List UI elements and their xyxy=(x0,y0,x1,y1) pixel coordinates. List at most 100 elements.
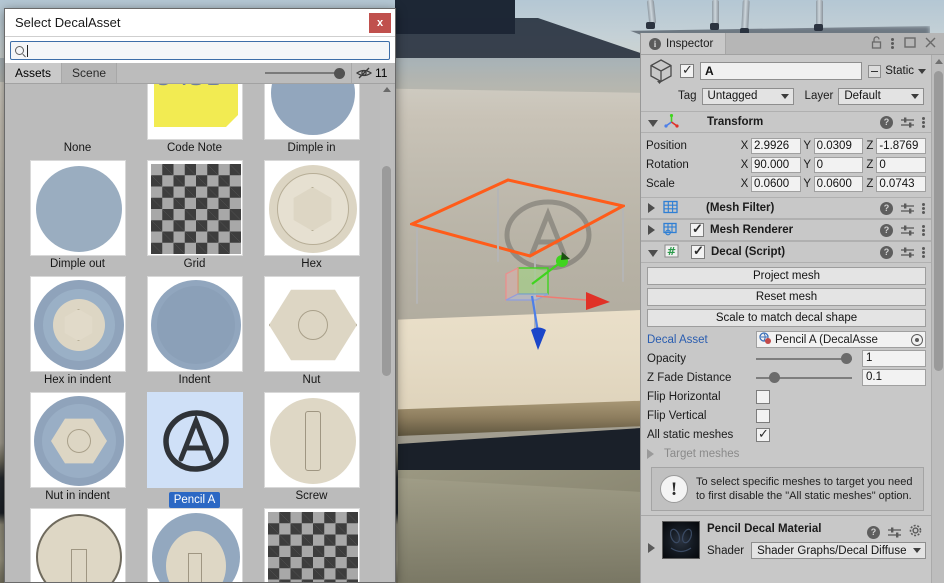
project-mesh-button[interactable]: Project mesh xyxy=(647,267,926,285)
tab-assets[interactable]: Assets xyxy=(5,63,63,83)
zfade-input[interactable]: 0.1 xyxy=(862,369,926,386)
gameobject-name-input[interactable]: A xyxy=(700,62,863,80)
preset-icon[interactable] xyxy=(901,246,914,259)
preset-icon[interactable] xyxy=(901,224,914,237)
asset-cell-indent[interactable]: Indent xyxy=(136,276,253,390)
asset-cell-dimple-in[interactable]: Dimple in xyxy=(253,84,370,158)
thumbnail-size-knob[interactable] xyxy=(334,67,345,79)
preset-icon[interactable] xyxy=(901,116,914,129)
rotation-z-input[interactable]: 0 xyxy=(876,156,927,173)
layer-dropdown[interactable]: Default xyxy=(838,87,925,105)
scale-y-input[interactable]: 0.0600 xyxy=(813,175,864,192)
gameobject-enabled-checkbox[interactable] xyxy=(680,62,694,78)
maximize-icon[interactable] xyxy=(904,36,916,51)
asset-grid-scrollbar[interactable] xyxy=(380,84,393,582)
scroll-up-arrow[interactable] xyxy=(383,87,391,92)
preset-icon[interactable] xyxy=(901,202,914,215)
preset-icon[interactable] xyxy=(888,526,901,539)
component-header-transform[interactable]: Transform ? xyxy=(641,111,944,133)
object-picker-icon[interactable] xyxy=(911,333,923,346)
position-x-input[interactable]: 2.9926 xyxy=(751,137,801,154)
foldout-icon[interactable] xyxy=(648,543,655,553)
kebab-icon[interactable] xyxy=(922,116,926,129)
static-checkbox-mixed[interactable] xyxy=(868,64,882,78)
all-static-meshes-checkbox[interactable] xyxy=(756,426,770,442)
visibility-toggle[interactable]: 11 xyxy=(351,63,395,83)
foldout-icon[interactable] xyxy=(648,120,658,127)
thumbnail-size-slider[interactable] xyxy=(265,66,345,80)
help-icon[interactable]: ? xyxy=(867,525,880,539)
asset-cell-grid[interactable]: Grid xyxy=(136,160,253,274)
kebab-icon[interactable] xyxy=(922,224,926,237)
tab-inspector[interactable]: i Inspector xyxy=(641,33,727,54)
asset-grid-scroll-thumb[interactable] xyxy=(382,166,391,376)
rotation-label: Rotation xyxy=(646,158,689,171)
scale-x-input[interactable]: 0.0600 xyxy=(751,175,801,192)
shader-dropdown[interactable]: Shader Graphs/Decal Diffuse xyxy=(751,542,926,559)
asset-cell-dimple-out[interactable]: Dimple out xyxy=(19,160,136,274)
close-button[interactable]: x xyxy=(369,13,391,33)
foldout-icon[interactable] xyxy=(647,448,656,459)
asset-cell-pencil-a[interactable]: Pencil A xyxy=(136,392,253,508)
asset-cell-nut[interactable]: Nut xyxy=(253,276,370,390)
help-icon[interactable]: ? xyxy=(880,245,893,259)
foldout-icon[interactable] xyxy=(648,225,657,235)
position-z-input[interactable]: -1.8769 xyxy=(876,137,927,154)
kebab-icon[interactable] xyxy=(922,246,926,259)
asset-cell-screw-2[interactable] xyxy=(19,508,136,582)
reset-mesh-button[interactable]: Reset mesh xyxy=(647,288,926,306)
kebab-icon[interactable] xyxy=(922,202,926,215)
chevron-down-icon[interactable] xyxy=(918,68,926,74)
asset-cell-nut-in-indent[interactable]: Nut in indent xyxy=(19,392,136,506)
component-header-mesh-filter[interactable]: (Mesh Filter) ? xyxy=(641,197,944,219)
opacity-track[interactable] xyxy=(756,352,852,364)
zfade-slider[interactable] xyxy=(756,369,858,386)
rotation-y-input[interactable]: 0 xyxy=(813,156,864,173)
asset-cell-screw-3[interactable] xyxy=(136,508,253,582)
decal-asset-field[interactable]: Pencil A (DecalAsse xyxy=(756,331,926,348)
asset-cell-grid-2[interactable] xyxy=(253,508,370,582)
inspector-scroll-thumb[interactable] xyxy=(934,71,943,371)
help-icon[interactable]: ? xyxy=(880,223,893,237)
decal-script-enabled-checkbox[interactable] xyxy=(691,243,705,259)
opacity-knob[interactable] xyxy=(841,352,852,364)
scale-z-input[interactable]: 0.0743 xyxy=(876,175,927,192)
close-icon[interactable] xyxy=(925,37,936,51)
component-header-decal-script[interactable]: # Decal (Script) ? xyxy=(641,241,944,263)
asset-grid[interactable]: None 9451 Code Note xyxy=(5,84,395,582)
transform-gizmo[interactable] xyxy=(500,240,630,380)
component-header-mesh-renderer[interactable]: Mesh Renderer ? xyxy=(641,219,944,241)
asset-cell-none[interactable]: None xyxy=(19,84,136,158)
rotation-x-input[interactable]: 90.000 xyxy=(751,156,801,173)
asset-cell-code-note[interactable]: 9451 Code Note xyxy=(136,84,253,158)
flip-vertical-checkbox[interactable] xyxy=(756,408,770,423)
asset-cell-screw[interactable]: Screw xyxy=(253,392,370,506)
thumbnail-size-track[interactable] xyxy=(265,72,345,74)
zfade-track[interactable] xyxy=(756,371,852,383)
inspector-scrollbar[interactable] xyxy=(931,55,944,583)
foldout-icon[interactable] xyxy=(648,203,657,213)
asset-cell-hex-in-indent[interactable]: Hex in indent xyxy=(19,276,136,390)
opacity-slider[interactable] xyxy=(756,350,858,367)
tab-scene[interactable]: Scene xyxy=(62,63,118,83)
kebab-icon[interactable] xyxy=(891,37,895,50)
mesh-renderer-enabled-checkbox[interactable] xyxy=(690,221,704,237)
tag-dropdown[interactable]: Untagged xyxy=(701,87,794,105)
gear-icon[interactable] xyxy=(909,524,922,540)
asset-thumb-hex-in-indent xyxy=(29,276,126,372)
flip-horizontal-checkbox[interactable] xyxy=(756,389,770,404)
scale-to-match-button[interactable]: Scale to match decal shape xyxy=(647,309,926,327)
lock-icon[interactable] xyxy=(871,35,882,52)
foldout-icon[interactable] xyxy=(648,250,658,257)
asset-cell-hex[interactable]: Hex xyxy=(253,160,370,274)
search-input[interactable] xyxy=(10,41,390,60)
position-y-input[interactable]: 0.0309 xyxy=(813,137,864,154)
opacity-input[interactable]: 1 xyxy=(862,350,926,367)
help-icon[interactable]: ? xyxy=(880,115,893,129)
target-meshes-row[interactable]: Target meshes xyxy=(647,444,926,463)
help-icon[interactable]: ? xyxy=(880,201,893,215)
zfade-knob[interactable] xyxy=(769,371,781,383)
scroll-up-arrow[interactable] xyxy=(935,59,943,64)
decal-asset-label[interactable]: Decal Asset xyxy=(647,334,752,346)
static-control[interactable]: Static xyxy=(868,64,926,78)
